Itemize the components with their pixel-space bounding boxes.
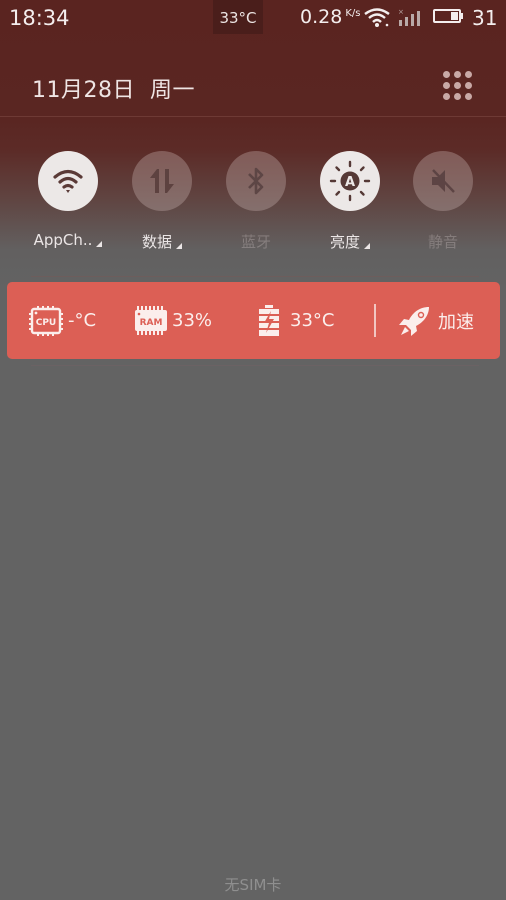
toggle-wifi[interactable]: AppCh.. (21, 151, 115, 261)
toggle-wifi-button[interactable] (38, 151, 98, 211)
caret-icon (364, 243, 370, 249)
date-label: 11月28日 周一 (32, 78, 195, 103)
ram-chip-icon: RAM (135, 305, 167, 335)
status-time: 18:34 (9, 6, 70, 30)
speed-bar-separator (374, 304, 376, 337)
auto-brightness-icon: A (329, 160, 371, 202)
battery-level: 31 (472, 6, 498, 30)
caret-icon (96, 241, 103, 247)
wifi-icon (364, 8, 390, 27)
toggle-bluetooth-label: 蓝牙 (240, 233, 271, 251)
grid-menu-icon (443, 71, 450, 78)
grid-dot (443, 82, 450, 89)
divider (31, 276, 479, 277)
toggle-mobile-data-text: 数据 (141, 233, 172, 251)
toggle-mobile-data-button[interactable] (132, 151, 192, 211)
grid-menu-button[interactable] (442, 70, 474, 102)
toggle-bluetooth[interactable]: 蓝牙 (209, 151, 303, 261)
grid-dot (465, 93, 472, 100)
caret-icon (176, 243, 182, 249)
speed-bar[interactable]: CPU -°C RAM 33% 33°C 加速 (7, 282, 500, 359)
battery-temp: 33°C (258, 282, 334, 359)
grid-dot (454, 82, 461, 89)
signal-no-sim-icon: × (398, 8, 420, 26)
mute-icon (432, 169, 455, 193)
grid-dot (443, 93, 450, 100)
rocket-icon (399, 306, 429, 336)
sim-status: 无SIM卡 (224, 876, 282, 894)
toggle-mute-button[interactable] (413, 151, 473, 211)
svg-text:RAM: RAM (140, 318, 163, 328)
grid-dot (454, 93, 461, 100)
divider (31, 365, 479, 366)
toggle-bluetooth-button[interactable] (226, 151, 286, 211)
quick-toggles: AppCh.. 数据 蓝牙 A 亮度 静音 (0, 151, 506, 261)
svg-text:×: × (398, 8, 404, 16)
cpu-temp: CPU -°C (29, 282, 96, 359)
toggle-mobile-data[interactable]: 数据 (115, 151, 209, 261)
toggle-brightness-text: 亮度 (329, 233, 360, 251)
grid-dot (465, 71, 472, 78)
grid-dot (465, 82, 472, 89)
svg-text:A: A (345, 175, 355, 190)
toggle-mobile-data-label: 数据 (115, 231, 209, 252)
network-speed-value: 0.28 (300, 6, 343, 28)
network-speed-unit: K/s (345, 8, 361, 19)
bluetooth-icon (248, 167, 264, 195)
svg-text:CPU: CPU (36, 318, 57, 328)
battery-tip (461, 13, 463, 19)
network-speed: 0.28 K/s (300, 6, 360, 28)
battery-charging-icon (259, 304, 279, 336)
ram-usage: RAM 33% (135, 282, 212, 359)
boost-label: 加速 (438, 311, 474, 333)
cpu-chip-icon: CPU (29, 305, 63, 336)
battery-temp-value: 33°C (290, 310, 335, 331)
ram-usage-value: 33% (172, 310, 213, 331)
toggle-wifi-label: AppCh.. (21, 231, 115, 249)
notification-header: 11月28日 周一 (0, 60, 506, 116)
cpu-temp-value: -°C (68, 310, 97, 331)
status-temperature: 33°C (213, 0, 263, 34)
grid-dot (454, 71, 461, 78)
toggle-brightness[interactable]: A 亮度 (303, 151, 397, 261)
battery-icon (433, 9, 461, 23)
toggle-wifi-text: AppCh.. (33, 231, 93, 249)
toggle-brightness-button[interactable]: A (320, 151, 380, 211)
toggle-brightness-label: 亮度 (303, 231, 397, 252)
wifi-icon (53, 169, 83, 193)
data-arrows-icon (150, 169, 174, 193)
header-divider (0, 116, 506, 117)
toggle-mute-label: 静音 (427, 233, 458, 251)
toggle-mute[interactable]: 静音 (396, 151, 490, 261)
boost-button[interactable]: 加速 (398, 282, 474, 359)
status-bar: 18:34 33°C 0.28 K/s × 31 (0, 0, 506, 36)
